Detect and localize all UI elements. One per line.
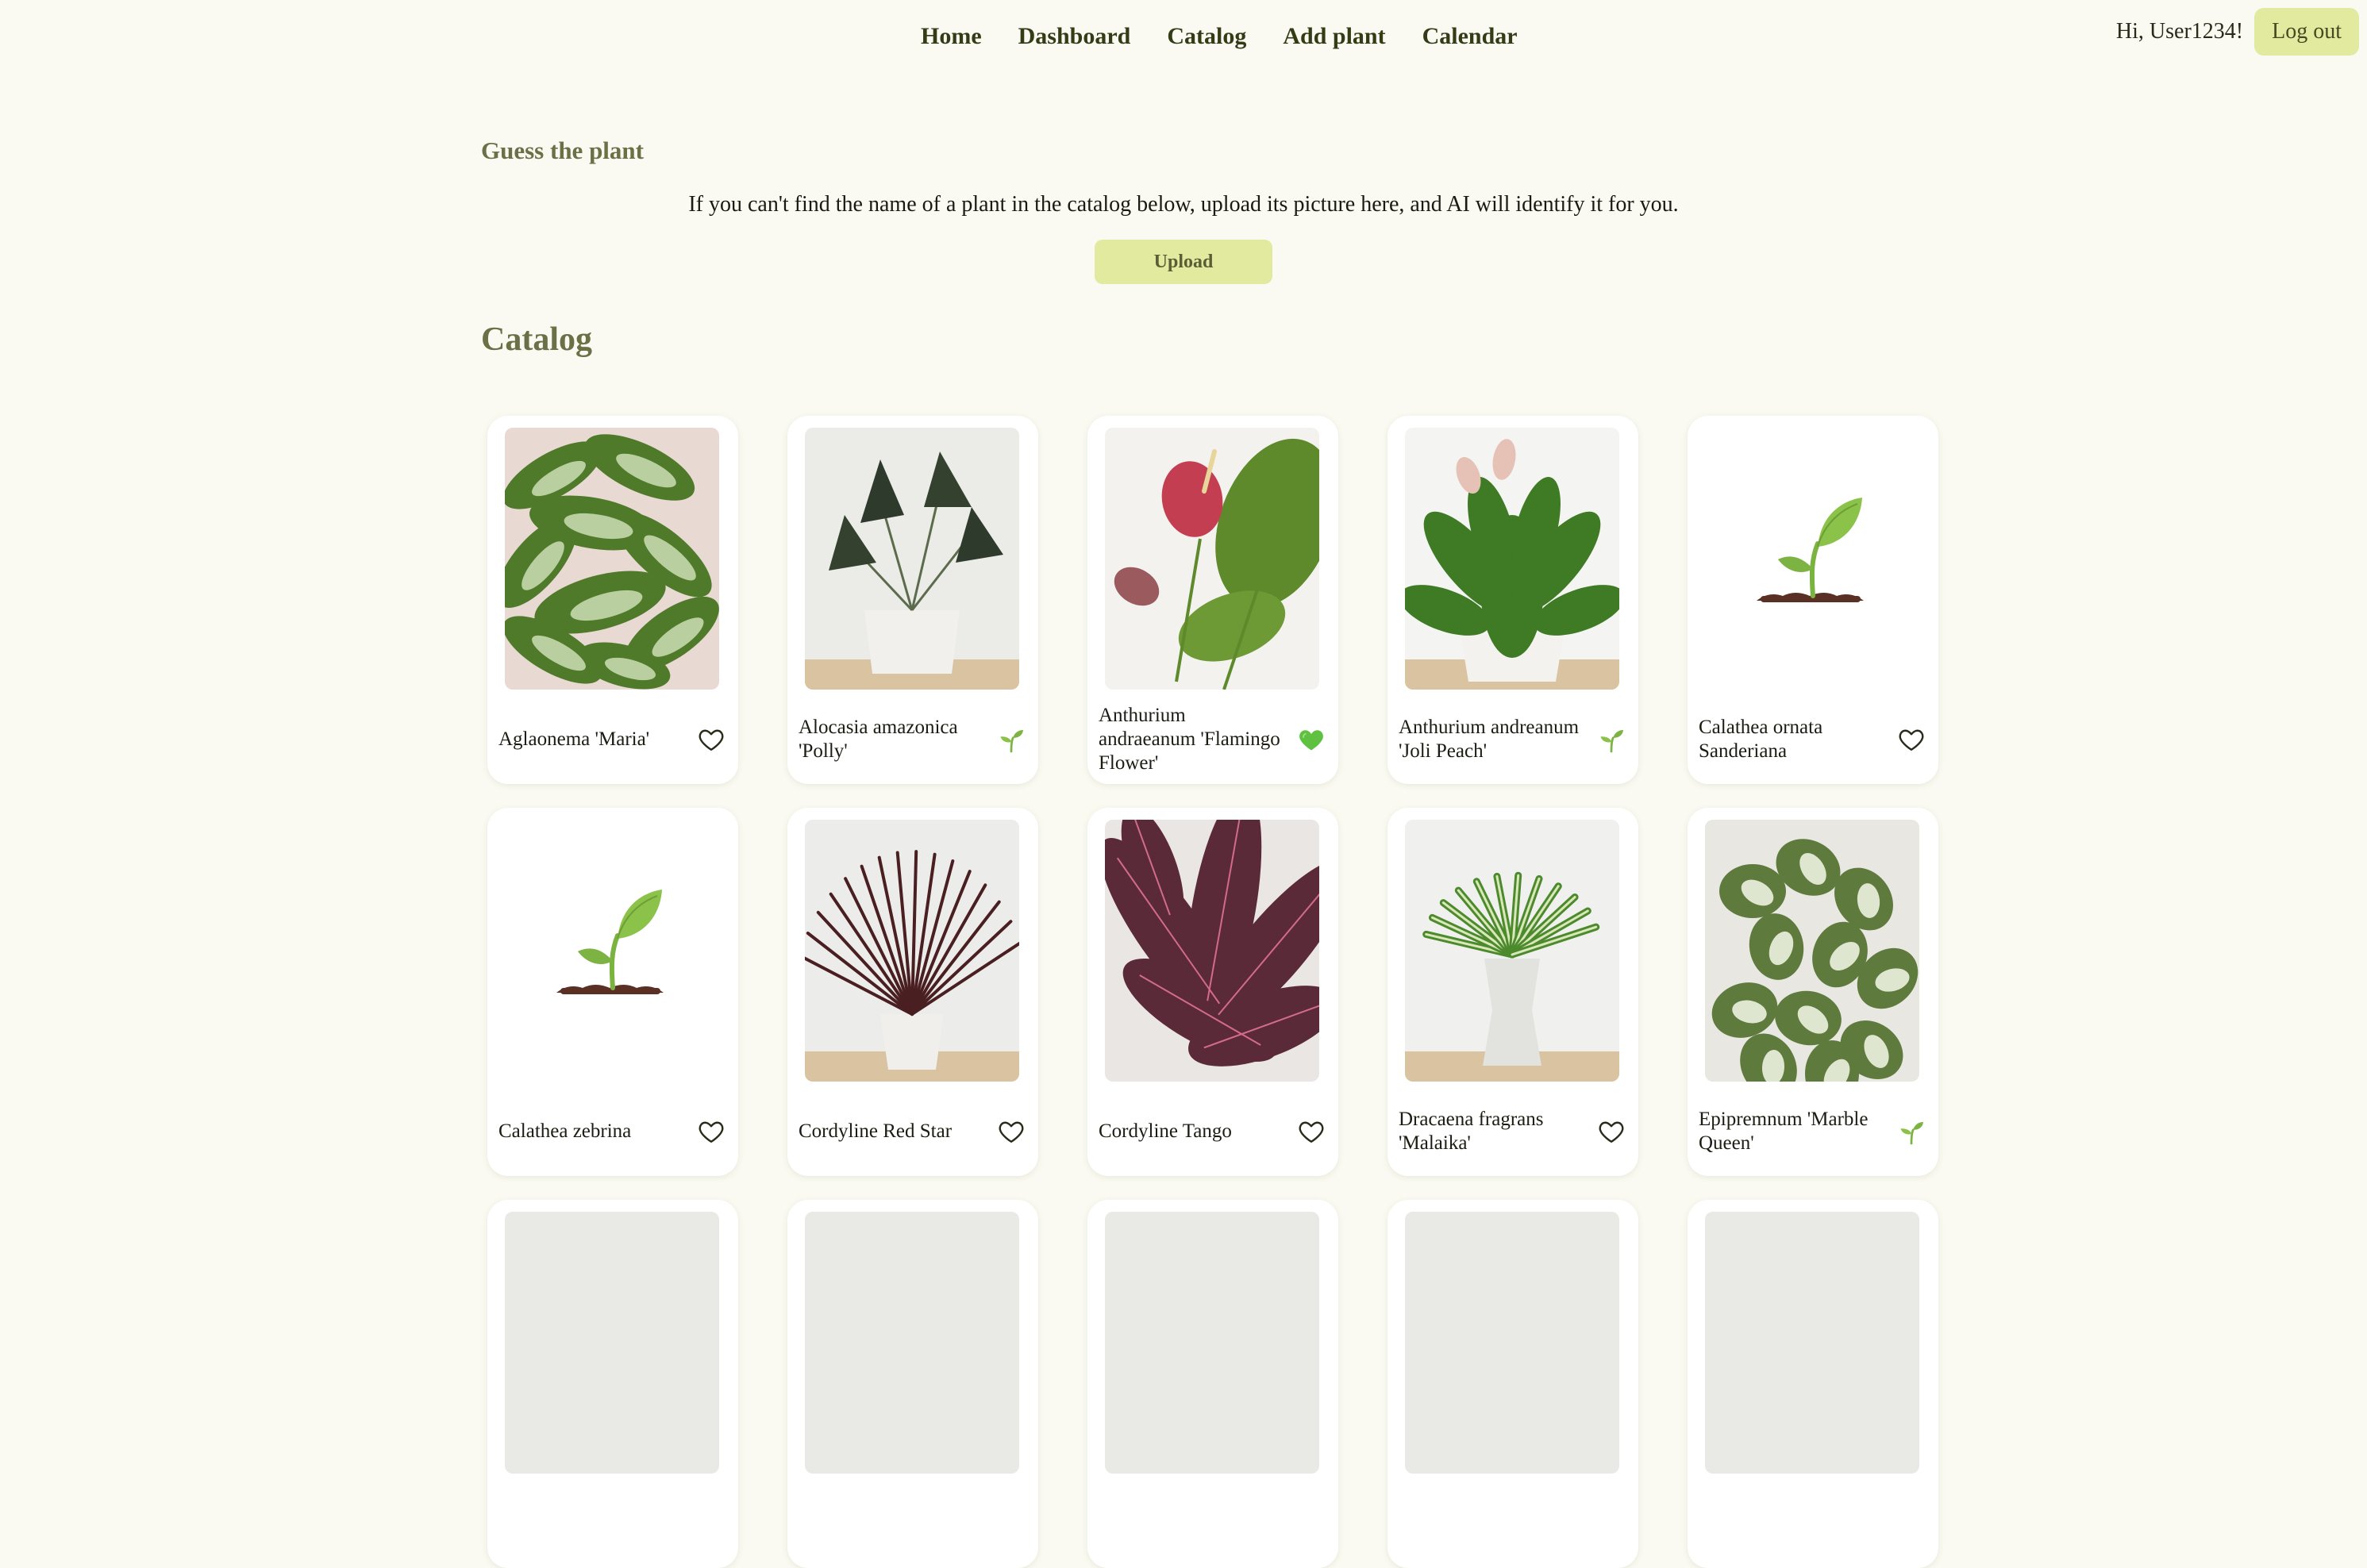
plant-name: Epipremnum 'Marble Queen' [1699,1109,1869,1154]
nav-add-plant[interactable]: Add plant [1283,17,1385,56]
nav-home[interactable]: Home [921,17,982,56]
plant-name: Calathea zebrina [498,1120,632,1142]
plant-card[interactable] [1688,1200,1938,1568]
plant-photo-alocasia [805,428,1019,690]
plant-card[interactable]: Anthurium andraeanum 'Flamingo Flower' [1087,416,1338,784]
plant-photo-partial [805,1212,1019,1474]
heart-outline-icon[interactable] [695,1116,727,1147]
plant-card[interactable]: Epipremnum 'Marble Queen' [1688,808,1938,1176]
plant-photo-anthurium-red [1105,428,1319,690]
plant-name: Aglaonema 'Maria' [498,728,650,750]
plant-photo-partial [1105,1212,1319,1474]
plant-photo-cordyline-tango [1105,820,1319,1082]
plant-card[interactable]: Dracaena fragrans 'Malaika' [1387,808,1638,1176]
guess-plant-title: Guess the plant [481,136,644,164]
plant-photo-epipremnum [1705,820,1919,1082]
sprout-icon[interactable] [995,724,1027,755]
plant-photo-partial [505,1212,719,1474]
plant-card[interactable] [787,1200,1038,1568]
nav-calendar[interactable]: Calendar [1422,17,1518,56]
sprout-icon[interactable] [1595,724,1627,755]
plant-card[interactable] [1087,1200,1338,1568]
plant-photo-cordyline-red-star [805,820,1019,1082]
placeholder-sprout [1705,428,1919,690]
nav-catalog[interactable]: Catalog [1167,17,1246,56]
plant-card[interactable]: Anthurium andreanum 'Joli Peach' [1387,416,1638,784]
plant-photo-partial [1705,1212,1919,1474]
plant-name: Calathea ornata Sanderiana [1699,717,1823,762]
plant-card[interactable]: Calathea zebrina [487,808,738,1176]
catalog-title: Catalog [481,321,592,358]
plant-name: Cordyline Tango [1099,1120,1232,1142]
upload-wrap: Upload [481,240,1886,284]
heart-outline-icon[interactable] [695,724,727,755]
heart-filled-icon[interactable] [1295,724,1327,755]
main-content: Guess the plant If you can't find the na… [481,127,1886,359]
plant-name: Anthurium andraeanum 'Flamingo Flower' [1099,705,1280,774]
nav-dashboard[interactable]: Dashboard [1018,17,1131,56]
plant-photo-aglaonema [505,428,719,690]
plant-card[interactable]: Aglaonema 'Maria' [487,416,738,784]
heart-outline-icon[interactable] [1595,1116,1627,1147]
guess-plant-description: If you can't find the name of a plant in… [688,192,1679,217]
heart-outline-icon[interactable] [1295,1116,1327,1147]
logout-button[interactable]: Log out [2254,8,2359,56]
plant-photo-partial [1405,1212,1619,1474]
plant-card[interactable]: Cordyline Tango [1087,808,1338,1176]
plant-card[interactable]: Alocasia amazonica 'Polly' [787,416,1038,784]
user-greeting: Hi, User1234! [2115,19,2244,44]
sprout-icon[interactable] [1896,1116,1927,1147]
upload-button[interactable]: Upload [1095,240,1272,284]
nav-links: Home Dashboard Catalog Add plant Calenda… [921,17,1554,56]
user-area: Hi, User1234! Log out [2116,8,2359,56]
plant-card[interactable]: Calathea ornata Sanderiana [1688,416,1938,784]
heart-outline-icon[interactable] [1896,724,1927,755]
plant-name: Alocasia amazonica 'Polly' [799,717,958,762]
plant-name: Cordyline Red Star [799,1120,953,1142]
plant-photo-anthurium-peach [1405,428,1619,690]
plant-card[interactable] [487,1200,738,1568]
plant-card[interactable]: Cordyline Red Star [787,808,1038,1176]
heart-outline-icon[interactable] [995,1116,1027,1147]
plant-card[interactable] [1387,1200,1638,1568]
plant-name: Dracaena fragrans 'Malaika' [1399,1109,1544,1154]
plant-name: Anthurium andreanum 'Joli Peach' [1399,717,1580,762]
top-navigation: Home Dashboard Catalog Add plant Calenda… [0,8,2367,56]
plant-photo-dracaena [1405,820,1619,1082]
placeholder-sprout [505,820,719,1082]
